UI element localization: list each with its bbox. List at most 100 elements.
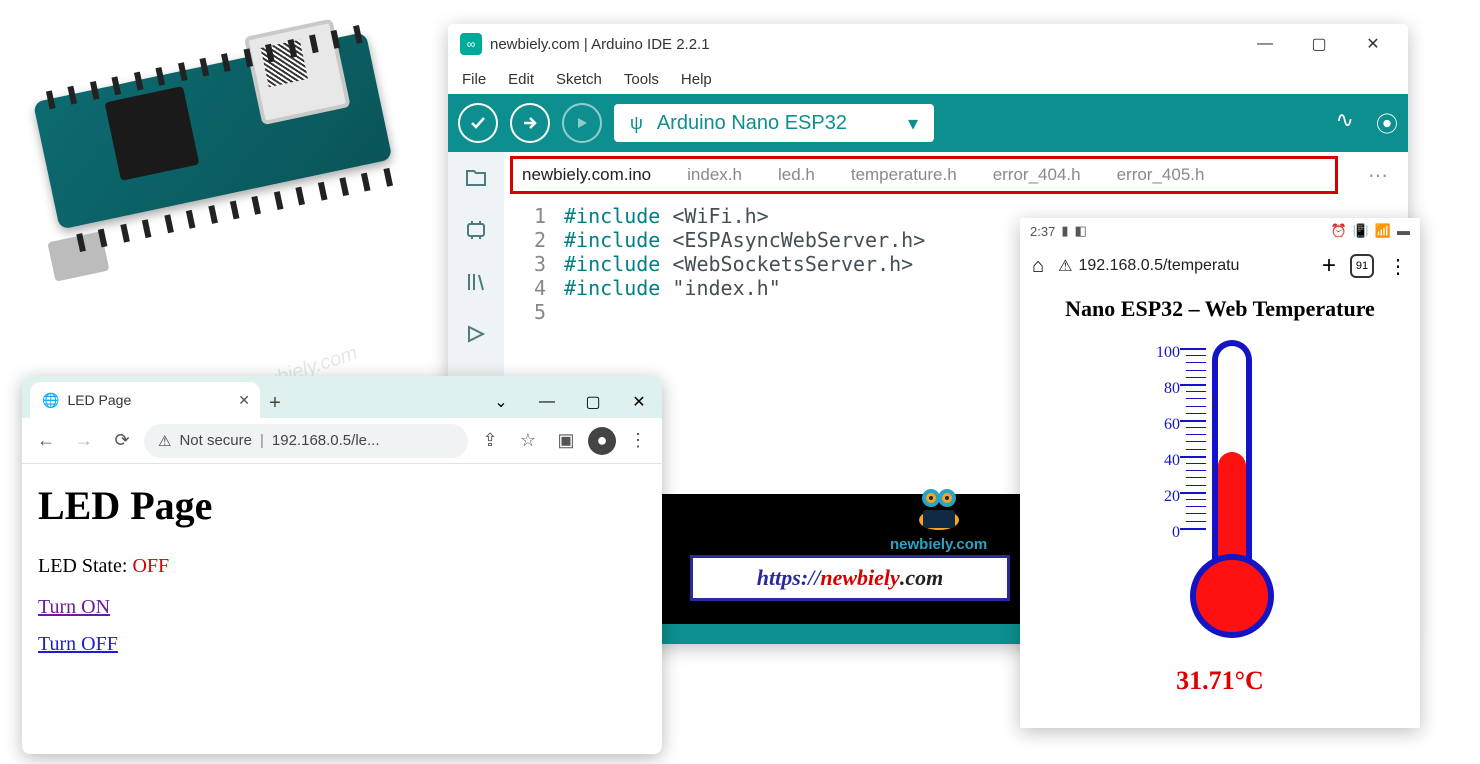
debug-button[interactable] [562, 103, 602, 143]
tab-main-ino[interactable]: newbiely.com.ino [504, 155, 669, 195]
globe-icon: 🌐 [42, 392, 59, 409]
tab-led-h[interactable]: led.h [760, 155, 833, 195]
code-keyword: #include [564, 204, 660, 228]
debug-icon[interactable] [462, 320, 490, 348]
close-button[interactable]: ✕ [1350, 28, 1396, 60]
tab-error-405-h[interactable]: error_405.h [1099, 155, 1223, 195]
maximize-button[interactable]: ▢ [570, 386, 616, 418]
home-button[interactable]: ⌂ [1032, 255, 1044, 278]
vibrate-icon: 📳 [1353, 223, 1369, 239]
minimize-button[interactable]: — [1242, 28, 1288, 60]
window-title: newbiely.com | Arduino IDE 2.2.1 [490, 36, 1234, 53]
chrome-toolbar: ← → ⟳ ⚠ Not secure | 192.168.0.5/le... ⇪… [22, 418, 662, 464]
serial-plotter-icon[interactable]: ∿ [1336, 107, 1354, 139]
code-arg: "index.h" [672, 276, 780, 300]
led-page-content: LED Page LED State: OFF Turn ON Turn OFF [22, 464, 662, 688]
side-panel-button[interactable]: ▣ [550, 425, 582, 457]
mercury-column [1218, 452, 1246, 570]
tab-temperature-h[interactable]: temperature.h [833, 155, 975, 195]
tabs-overflow-button[interactable]: ⋯ [1348, 163, 1408, 188]
page-heading: LED Page [38, 482, 646, 529]
code-keyword: #include [564, 252, 660, 276]
address-bar[interactable]: ⚠ 192.168.0.5/temperatu [1058, 256, 1239, 276]
upload-button[interactable] [510, 103, 550, 143]
board-name: Arduino Nano ESP32 [657, 112, 847, 135]
browser-tab[interactable]: 🌐 LED Page ✕ [30, 382, 260, 418]
chrome-window: 🌐 LED Page ✕ + ⌄ — ▢ ✕ ← → ⟳ ⚠ Not secur… [22, 376, 662, 754]
forward-button: → [68, 425, 100, 457]
tab-error-404-h[interactable]: error_404.h [975, 155, 1099, 195]
verify-button[interactable] [458, 103, 498, 143]
share-button[interactable]: ⇪ [474, 425, 506, 457]
code-arg: <WebSocketsServer.h> [672, 252, 913, 276]
scale-ticks [1186, 348, 1206, 535]
address-bar[interactable]: ⚠ Not secure | 192.168.0.5/le... [144, 424, 468, 458]
alarm-icon: ⏰ [1330, 223, 1346, 239]
sketchbook-icon[interactable] [462, 164, 490, 192]
battery-icon: ▬ [1397, 223, 1410, 239]
back-button[interactable]: ← [30, 425, 62, 457]
thermometer: 100 80 60 40 20 0 [1020, 332, 1420, 662]
code-arg: <WiFi.h> [672, 204, 768, 228]
not-secure-icon: ⚠ [158, 432, 171, 450]
chrome-chevron-down[interactable]: ⌄ [478, 386, 524, 418]
clock: 2:37 [1030, 224, 1055, 239]
website-url-box: https://newbiely.com [690, 555, 1010, 601]
line-number: 2 [504, 228, 564, 252]
scale-labels: 100 80 60 40 20 0 [1150, 344, 1180, 560]
phone-browser-window: 2:37 ▮ ◧ ⏰ 📳 📶 ▬ ⌂ ⚠ 192.168.0.5/tempera… [1020, 218, 1420, 728]
url-text: 192.168.0.5/le... [272, 432, 380, 449]
reload-button[interactable]: ⟳ [106, 425, 138, 457]
phone-status-bar: 2:37 ▮ ◧ ⏰ 📳 📶 ▬ [1020, 218, 1420, 244]
maximize-button[interactable]: ▢ [1296, 28, 1342, 60]
serial-monitor-icon[interactable]: ⦿ [1376, 107, 1398, 139]
line-number: 4 [504, 276, 564, 300]
phone-nav-bar: ⌂ ⚠ 192.168.0.5/temperatu + 91 ⋮ [1020, 244, 1420, 288]
menu-edit[interactable]: Edit [508, 71, 534, 88]
not-secure-icon: ⚠ [1058, 256, 1072, 276]
ide-menu-bar: File Edit Sketch Tools Help [448, 64, 1408, 94]
temperature-value: 31.71°C [1020, 666, 1420, 696]
menu-sketch[interactable]: Sketch [556, 71, 602, 88]
wifi-icon: 📶 [1375, 223, 1391, 239]
minimize-button[interactable]: — [524, 386, 570, 418]
file-tabs: newbiely.com.ino index.h led.h temperatu… [504, 152, 1408, 198]
url-text: 192.168.0.5/temperatu [1078, 257, 1239, 275]
turn-off-link[interactable]: Turn OFF [38, 633, 646, 656]
chrome-tab-strip: 🌐 LED Page ✕ + ⌄ — ▢ ✕ [22, 376, 662, 418]
code-keyword: #include [564, 276, 660, 300]
tab-close-icon[interactable]: ✕ [238, 392, 250, 409]
boards-manager-icon[interactable] [462, 216, 490, 244]
led-state: LED State: OFF [38, 555, 646, 578]
ide-titlebar: ∞ newbiely.com | Arduino IDE 2.2.1 — ▢ ✕ [448, 24, 1408, 64]
library-manager-icon[interactable] [462, 268, 490, 296]
status-icon: ◧ [1074, 223, 1086, 239]
chevron-down-icon: ▾ [908, 111, 918, 136]
not-secure-label: Not secure [179, 432, 252, 449]
new-tab-button[interactable]: + [260, 388, 290, 418]
board-selector[interactable]: ψ Arduino Nano ESP32 ▾ [614, 104, 934, 142]
ide-toolbar: ψ Arduino Nano ESP32 ▾ ∿ ⦿ [448, 94, 1408, 152]
line-number: 3 [504, 252, 564, 276]
menu-button[interactable]: ⋮ [1388, 254, 1408, 279]
line-number: 5 [504, 300, 564, 324]
tab-title: LED Page [67, 392, 131, 408]
close-button[interactable]: ✕ [616, 386, 662, 418]
arduino-nano-esp32-photo [0, 0, 459, 365]
tab-index-h[interactable]: index.h [669, 155, 760, 195]
code-arg: <ESPAsyncWebServer.h> [672, 228, 925, 252]
tab-count-button[interactable]: 91 [1350, 254, 1374, 278]
page-title: Nano ESP32 – Web Temperature [1020, 296, 1420, 322]
line-number: 1 [504, 204, 564, 228]
arduino-logo-icon: ∞ [460, 33, 482, 55]
menu-help[interactable]: Help [681, 71, 712, 88]
profile-button[interactable]: ● [588, 427, 616, 455]
menu-tools[interactable]: Tools [624, 71, 659, 88]
turn-on-link[interactable]: Turn ON [38, 596, 646, 619]
owl-logo: newbiely.com [890, 480, 987, 553]
bookmark-button[interactable]: ☆ [512, 425, 544, 457]
menu-file[interactable]: File [462, 71, 486, 88]
new-tab-button[interactable]: + [1322, 252, 1336, 280]
code-keyword: #include [564, 228, 660, 252]
chrome-menu-button[interactable]: ⋮ [622, 425, 654, 457]
